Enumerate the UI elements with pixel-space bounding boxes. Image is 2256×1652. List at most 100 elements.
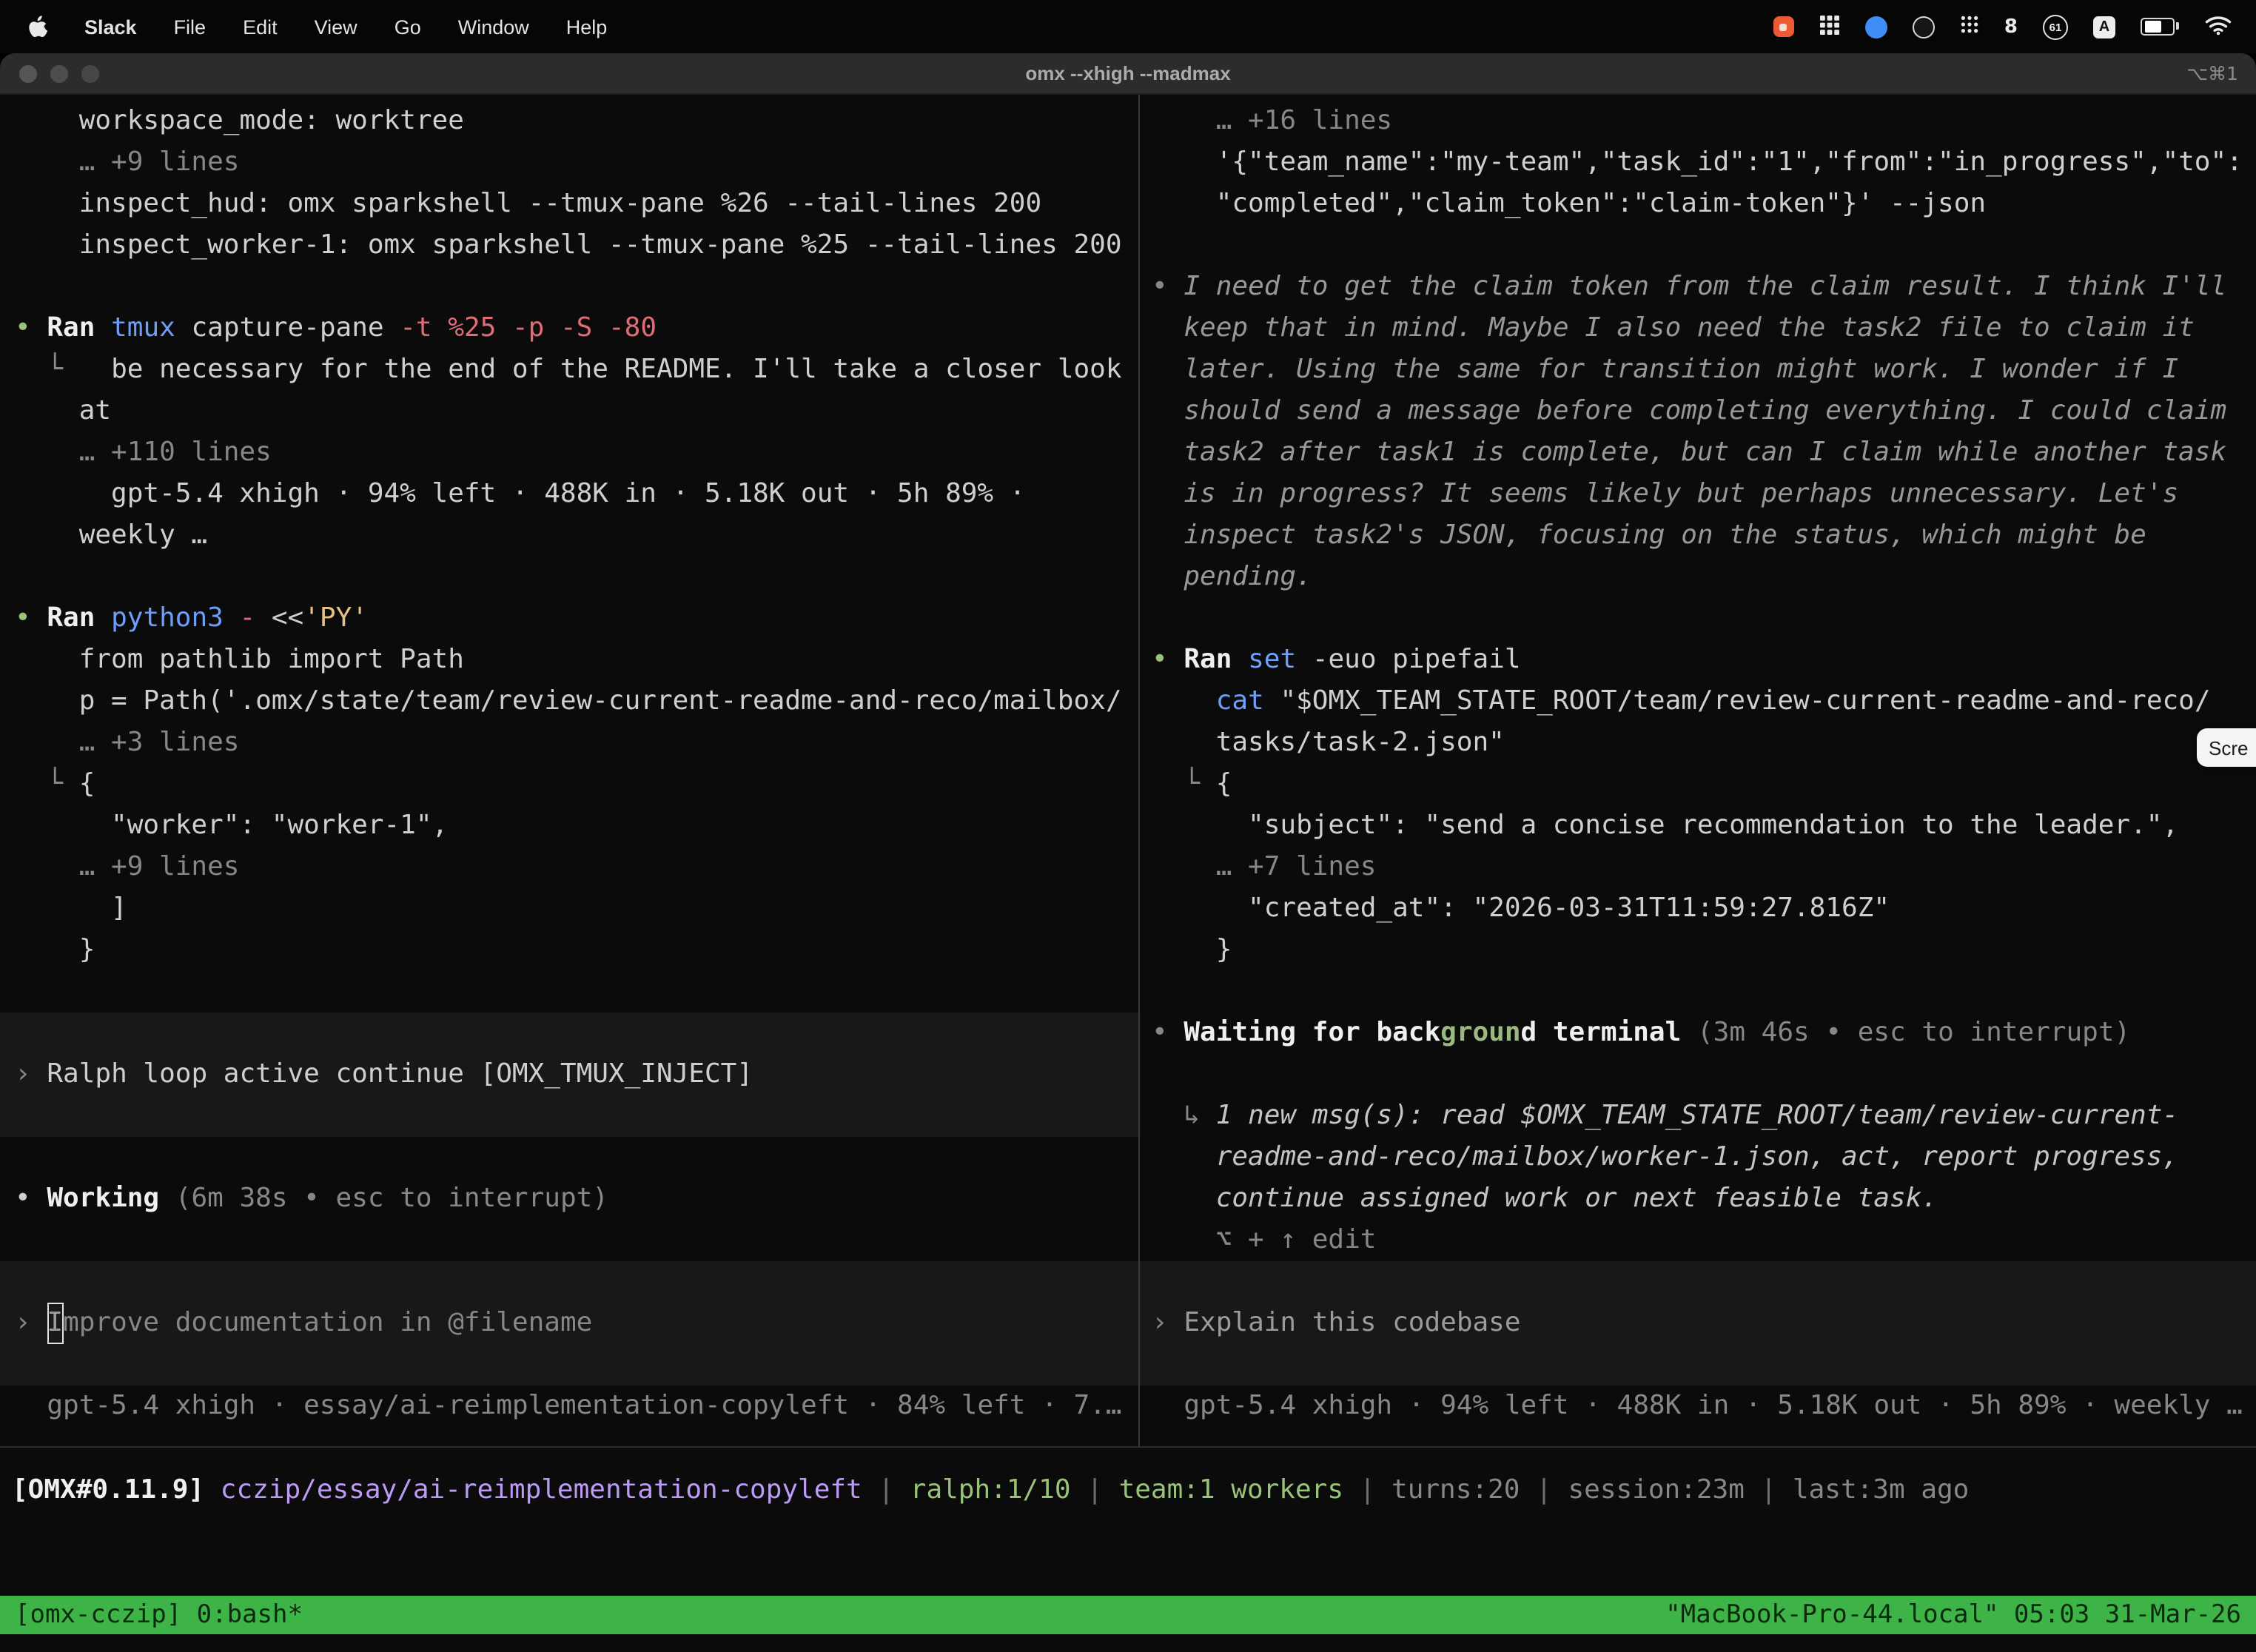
text-segment: • — [15, 312, 47, 343]
app-grid-icon[interactable] — [1819, 14, 1840, 39]
text-segment: • — [1152, 644, 1184, 675]
input-source-icon[interactable]: A — [2093, 16, 2115, 38]
text-segment: gpt-5.4 xhigh · essay/ai-reimplementatio… — [15, 1390, 1122, 1421]
dots-grid-icon[interactable] — [1960, 15, 1979, 38]
text-segment: weekly … — [15, 520, 207, 551]
composer-input[interactable]: › Improve documentation in @filename — [0, 1261, 1138, 1386]
text-segment — [1152, 685, 1216, 716]
text-segment: 'PY' — [303, 602, 368, 634]
battery-percent-badge[interactable]: 61 — [2043, 14, 2068, 39]
text-segment: at — [15, 395, 111, 426]
menu-window[interactable]: Window — [458, 16, 529, 38]
terminal-line: └ be necessary for the end of the README… — [0, 349, 1138, 391]
text-segment: ] — [15, 893, 127, 924]
app-menu-slack[interactable]: Slack — [84, 16, 137, 38]
text-segment: … +3 lines — [15, 727, 239, 758]
battery-icon[interactable] — [2141, 18, 2175, 36]
terminal-line: "completed","claim_token":"claim-token"}… — [1140, 184, 2256, 225]
app-8-icon[interactable]: 8 — [2004, 16, 2018, 38]
text-segment: be necessary for the end of the README. … — [111, 354, 1121, 385]
menu-edit[interactable]: Edit — [243, 16, 278, 38]
terminal-line: at — [0, 391, 1138, 432]
terminal-line: • Ran set -euo pipefail — [1140, 639, 2256, 681]
blank-line — [1140, 225, 2256, 266]
terminal-line: readme-and-reco/mailbox/worker-1.json, a… — [1140, 1137, 2256, 1178]
text-segment: tmux — [111, 312, 191, 343]
terminal-line: continue assigned work or next feasible … — [1140, 1178, 2256, 1220]
composer-suggestion[interactable]: › Explain this codebase — [1140, 1261, 2256, 1386]
text-segment: last:3m ago — [1793, 1474, 1969, 1505]
terminal-line: … +110 lines — [0, 432, 1138, 474]
text-segment: | — [862, 1474, 910, 1505]
text-segment: d terminal — [1521, 1017, 1697, 1048]
blank-line — [0, 971, 1138, 1013]
text-segment: └ — [15, 768, 79, 799]
terminal-line: from pathlib import Path — [0, 639, 1138, 681]
text-segment: workspace_mode: worktree — [15, 105, 464, 136]
text-segment: inspect_worker-1: omx sparkshell --tmux-… — [15, 229, 1122, 261]
tmux-host-clock: "MacBook-Pro-44.local" 05:03 31-Mar-26 — [1665, 1600, 2241, 1630]
text-segment: set — [1248, 644, 1312, 675]
text-segment: › — [15, 1054, 47, 1095]
menu-view[interactable]: View — [315, 16, 357, 38]
terminal-line: … +9 lines — [0, 847, 1138, 888]
terminal-line: keep that in mind. Maybe I also need the… — [1140, 308, 2256, 349]
terminal-line: • Ran python3 - <<'PY' — [0, 598, 1138, 639]
terminal-line: "subject": "send a concise recommendatio… — [1140, 805, 2256, 847]
text-segment: • — [15, 1183, 47, 1214]
menu-bar-left: Slack File Edit View Go Window Help — [0, 14, 607, 39]
terminal-line: workspace_mode: worktree — [0, 101, 1138, 142]
text-segment: (3m 46s • esc to interrupt) — [1697, 1017, 2130, 1048]
text-segment: "subject": "send a concise recommendatio… — [1152, 810, 2178, 841]
blue-app-icon[interactable] — [1865, 16, 1887, 38]
text-segment: turns:20 — [1391, 1474, 1520, 1505]
terminal-line: inspect task2's JSON, focusing on the st… — [1140, 515, 2256, 557]
dark-circle-app-icon[interactable] — [1913, 16, 1935, 38]
terminal-line: } — [0, 930, 1138, 971]
status-separator — [0, 1446, 2256, 1448]
text-segment: "completed","claim_token":"claim-token"}… — [1152, 188, 1986, 219]
menu-help[interactable]: Help — [566, 16, 608, 38]
text-segment: • — [15, 602, 47, 634]
text-segment: └ — [15, 354, 111, 385]
text-segment: "$OMX_TEAM_STATE_ROOT/team/review-curren… — [1280, 685, 2210, 716]
text-segment: from pathlib import Path — [15, 644, 464, 675]
text-segment: | — [1071, 1474, 1119, 1505]
text-segment: Explain this codebase — [1184, 1303, 1520, 1344]
text-segment: … +110 lines — [15, 437, 272, 468]
text-segment: [OMX#0.11.9] — [12, 1474, 204, 1505]
screen: Slack File Edit View Go Window Help — [0, 0, 2256, 1652]
terminal-pane-right: … +16 lines '{"team_name":"my-team","tas… — [1140, 95, 2256, 1446]
text-segment: … +9 lines — [15, 147, 239, 178]
menu-items: File Edit View Go Window Help — [174, 16, 608, 38]
text-segment: … +9 lines — [15, 851, 239, 882]
terminal-line: … +16 lines — [1140, 101, 2256, 142]
terminal-line: later. Using the same for transition mig… — [1140, 349, 2256, 391]
text-segment: keep that in mind. Maybe I also need the… — [1152, 312, 2195, 343]
apple-menu-icon[interactable] — [27, 14, 47, 39]
text-segment: pending. — [1152, 561, 1312, 592]
text-segment: gpt-5.4 xhigh · 94% left · 488K in · 5.1… — [15, 478, 1025, 509]
text-segment: -t %25 -p -S -80 — [400, 312, 657, 343]
terminal-line: "worker": "worker-1", — [0, 805, 1138, 847]
terminal-line: weekly … — [0, 515, 1138, 557]
terminal-line: • I need to get the claim token from the… — [1140, 266, 2256, 308]
terminal-line: inspect_worker-1: omx sparkshell --tmux-… — [0, 225, 1138, 266]
tmux-pane-divider[interactable] — [1138, 95, 1140, 1446]
menu-file[interactable]: File — [174, 16, 207, 38]
screen-recording-indicator-icon[interactable] — [1773, 16, 1794, 37]
wifi-icon[interactable] — [2204, 14, 2232, 39]
text-segment: } — [1152, 934, 1232, 965]
screenshot-notification[interactable]: Scre — [2197, 728, 2256, 767]
blank-line — [0, 1137, 1138, 1178]
tmux-session-window: [omx-cczip] 0:bash* — [15, 1600, 303, 1630]
terminal-line: ⌥ + ↑ edit — [1140, 1220, 2256, 1261]
terminal-line: └ { — [0, 764, 1138, 805]
text-segment: "created_at": "2026-03-31T11:59:27.816Z" — [1152, 893, 1890, 924]
menu-go[interactable]: Go — [395, 16, 421, 38]
text-segment: gpt-5.4 xhigh · 94% left · 488K in · 5.1… — [1152, 1390, 2243, 1421]
notification-text: Scre — [2209, 736, 2248, 759]
text-segment: is in progress? It seems likely but perh… — [1152, 478, 2178, 509]
text-segment: session:23m — [1568, 1474, 1744, 1505]
text-segment: groun — [1440, 1017, 1520, 1048]
